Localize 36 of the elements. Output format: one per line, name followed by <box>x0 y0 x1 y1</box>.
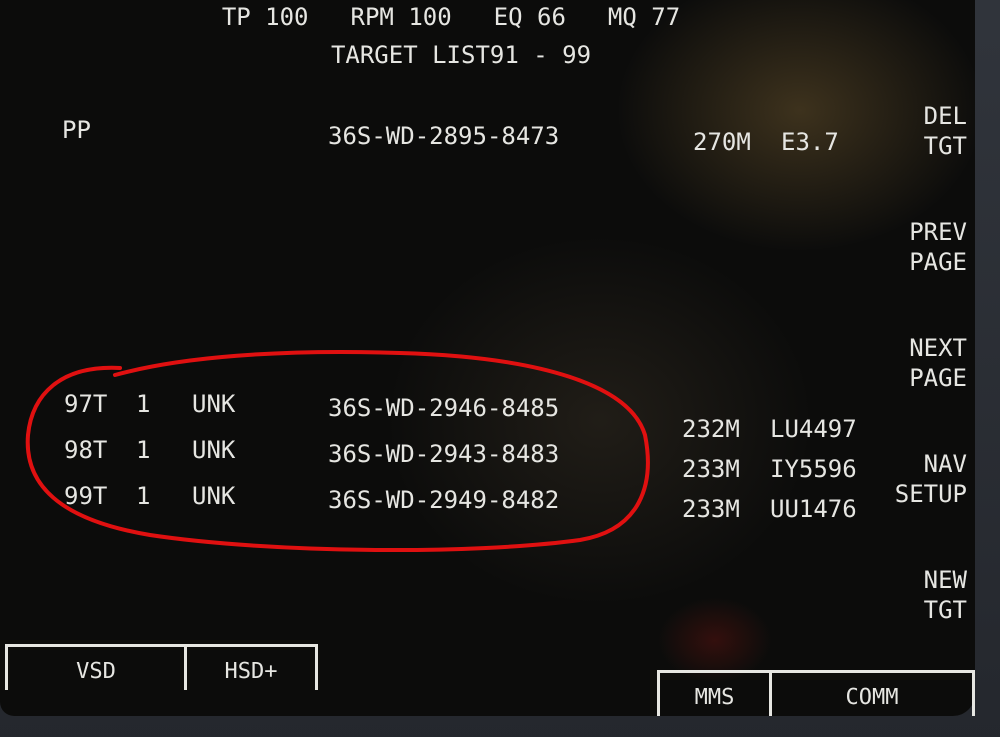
grid-coordinate: 36S-WD-2949-8482 <box>328 485 560 515</box>
target-type: UNK <box>192 435 236 466</box>
range-value: 233M <box>682 454 741 484</box>
range-value: 233M <box>682 494 741 524</box>
engine-readout: TP 100 <box>222 2 309 32</box>
target-id: 99T <box>64 481 108 512</box>
target-type: UNK <box>192 481 236 512</box>
page-tab[interactable]: MMS <box>657 670 772 716</box>
target-count: 1 <box>136 435 152 466</box>
page-tab[interactable]: VSD <box>5 644 187 690</box>
page-tab[interactable]: HSD+ <box>187 644 318 690</box>
target-id: 98T <box>64 435 108 466</box>
engine-readout: EQ 66 <box>494 2 566 32</box>
target-code: IY5596 <box>770 454 858 484</box>
range-value: 232M <box>682 414 741 444</box>
target-id: 97T <box>64 389 108 420</box>
engine-readout: MQ 77 <box>608 2 680 32</box>
target-count: 1 <box>136 389 152 420</box>
option-button[interactable]: DEL TGT <box>924 100 967 162</box>
engine-readout: RPM 100 <box>350 2 452 32</box>
target-count: 1 <box>136 481 152 512</box>
option-button[interactable]: PREV PAGE <box>909 216 967 278</box>
option-button[interactable]: NAV SETUP <box>894 448 967 510</box>
elevation-value: E3.7 <box>781 127 840 157</box>
page-title: TARGET LIST91 - 99 <box>330 41 592 69</box>
target-type: UNK <box>192 389 236 420</box>
target-code: UU1476 <box>770 494 858 524</box>
grid-coordinate: 36S-WD-2895-8473 <box>328 121 560 151</box>
position-label: PP <box>61 115 92 145</box>
grid-coordinate: 36S-WD-2943-8483 <box>328 439 560 469</box>
option-button[interactable]: NEXT PAGE <box>909 332 967 394</box>
option-button[interactable]: NEW TGT <box>924 564 967 626</box>
range-value: 270M <box>693 127 752 157</box>
page-tab[interactable]: COMM <box>772 670 975 716</box>
grid-coordinate: 36S-WD-2946-8485 <box>328 393 560 423</box>
target-code: LU4497 <box>770 414 858 444</box>
